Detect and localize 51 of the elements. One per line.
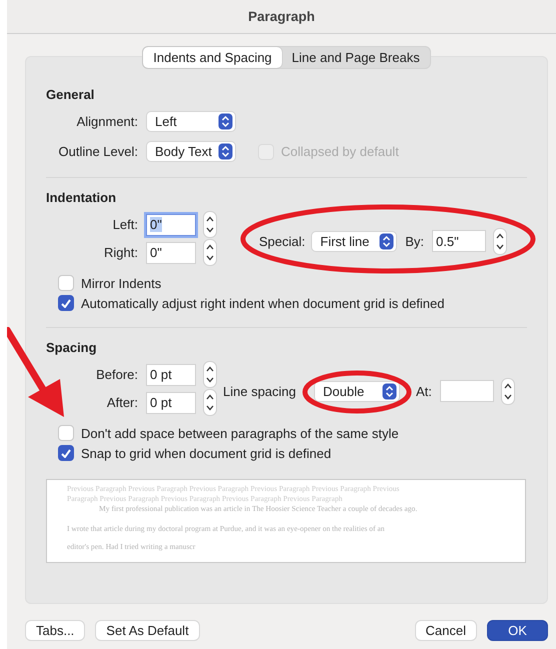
input-field[interactable] xyxy=(440,380,494,402)
input-field[interactable]: 0 pt xyxy=(146,392,196,414)
tab[interactable]: Line and Page Breaks xyxy=(282,47,430,68)
checkbox[interactable] xyxy=(58,275,74,291)
dropdown[interactable]: First line xyxy=(311,230,398,252)
checkbox-label: Collapsed by default xyxy=(281,144,399,159)
input-field[interactable]: 0.5" xyxy=(432,230,486,252)
field-label: Special: xyxy=(259,234,306,248)
field-label: Outline Level: xyxy=(58,144,138,159)
window-title: Paragraph xyxy=(248,9,315,24)
field-label: Right: xyxy=(103,245,138,260)
field-label: By: xyxy=(405,234,424,248)
chevron-icon xyxy=(382,382,397,400)
checkbox-label: Snap to grid when document grid is defined xyxy=(81,446,332,460)
tab[interactable]: Indents and Spacing xyxy=(143,47,282,68)
input-field[interactable]: 0 pt xyxy=(146,364,196,386)
stepper-icon xyxy=(493,228,508,254)
field-label: After: xyxy=(106,395,138,410)
chevron-icon xyxy=(218,113,233,130)
checkbox[interactable] xyxy=(58,445,74,461)
stepper-icon xyxy=(500,378,515,404)
stepper-icon xyxy=(203,239,217,266)
checkbox-label: Mirror Indents xyxy=(81,276,162,290)
field-label: Left: xyxy=(112,217,138,232)
stepper-icon xyxy=(203,389,217,416)
input-field[interactable]: 0" xyxy=(146,214,196,236)
checkmark-icon xyxy=(61,298,71,308)
button[interactable]: Tabs... xyxy=(25,620,86,641)
field-label: Line spacing xyxy=(223,384,296,398)
chevron-icon xyxy=(218,143,233,160)
button[interactable]: Cancel xyxy=(414,620,477,641)
section-heading: General xyxy=(46,87,96,102)
stepper-icon xyxy=(203,361,217,388)
button[interactable]: Set As Default xyxy=(95,620,200,641)
checkbox[interactable] xyxy=(58,295,74,311)
checkbox-label: Don't add space between paragraphs of the same style xyxy=(81,426,399,440)
field-label: At: xyxy=(416,384,432,398)
ok-button[interactable]: OK xyxy=(487,620,548,641)
checkmark-icon xyxy=(61,448,71,458)
field-label: Alignment: xyxy=(76,114,138,129)
dropdown[interactable]: Body Text xyxy=(146,141,236,162)
stepper-icon xyxy=(203,211,217,238)
dropdown[interactable]: Double xyxy=(314,380,400,402)
checkbox[interactable] xyxy=(58,425,74,441)
checkbox-label: Automatically adjust right indent when document grid is defined xyxy=(81,296,444,310)
field-label: Before: xyxy=(95,367,138,382)
chevron-icon xyxy=(379,232,394,250)
section-heading: Indentation xyxy=(46,190,118,205)
section-heading: Spacing xyxy=(46,340,98,355)
input-field[interactable]: 0" xyxy=(146,242,196,264)
dropdown[interactable]: Left xyxy=(146,111,236,132)
